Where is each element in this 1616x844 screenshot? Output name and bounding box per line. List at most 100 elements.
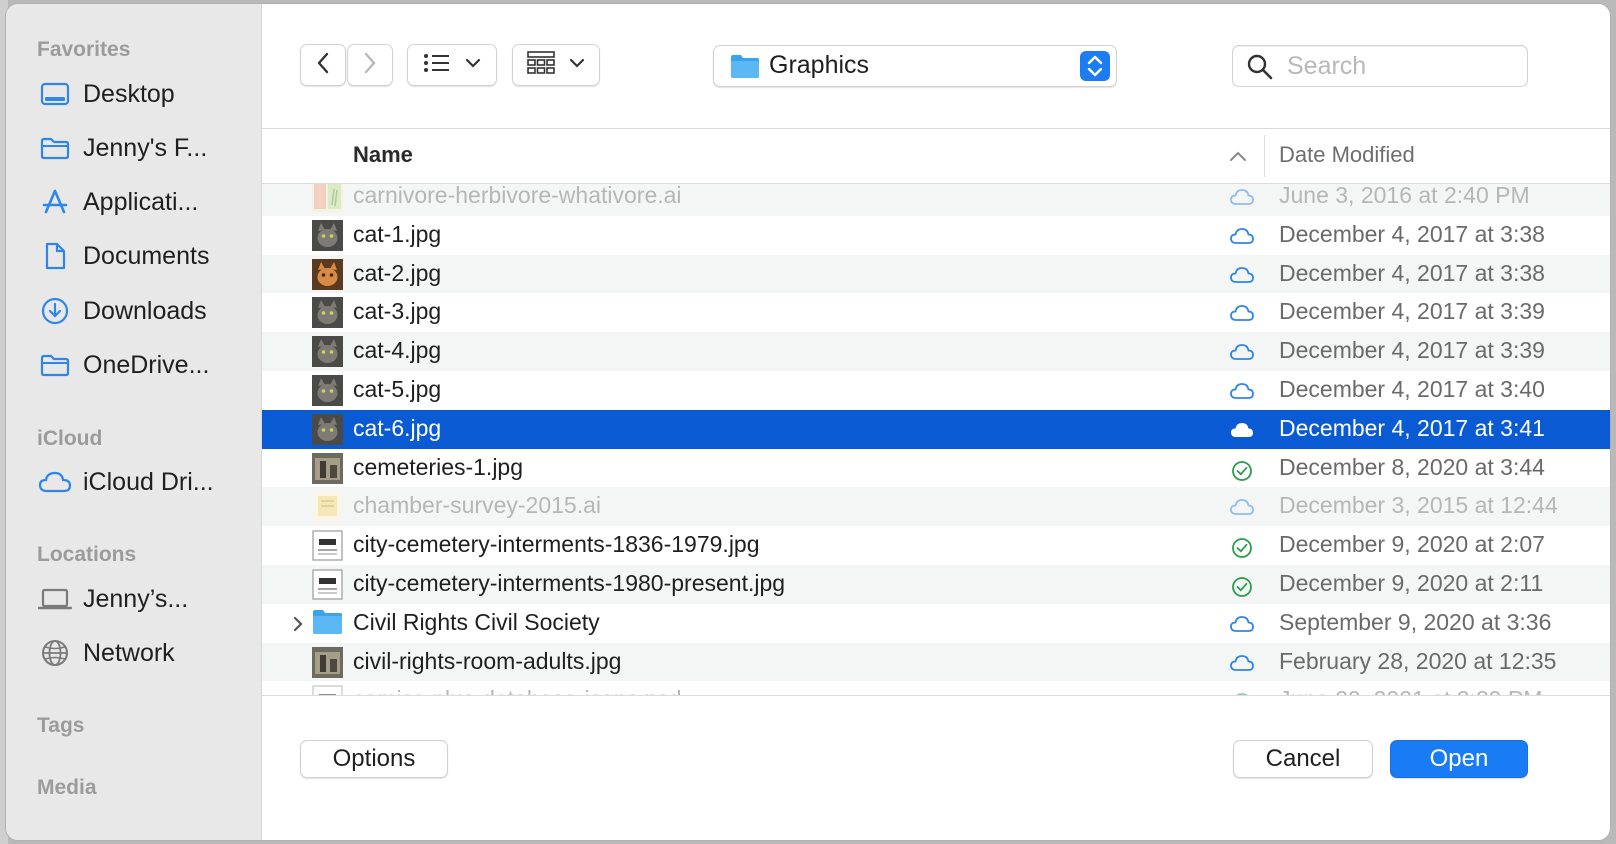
list-view-icon — [423, 53, 451, 78]
file-row[interactable]: cat-6.jpg December 4, 2017 at 3:41 — [262, 409, 1610, 449]
icloud-status-icon — [1230, 497, 1254, 517]
file-row[interactable]: cat-3.jpg December 4, 2017 at 3:39 — [262, 293, 1610, 333]
file-row[interactable]: civil-rights-room-adults.jpg February 28,… — [262, 642, 1610, 682]
sidebar-item-documents[interactable]: Documents — [37, 236, 209, 276]
icloud-status-icon — [1230, 226, 1254, 246]
date-modified: June 3, 2016 at 2:40 PM — [1279, 184, 1530, 208]
folder-icon — [37, 350, 73, 380]
sidebar-item-icloud-drive[interactable]: iCloud Dri... — [37, 462, 214, 502]
sidebar-item-onedrive[interactable]: OneDrive... — [37, 345, 209, 385]
file-browser: Graphics Name Date Modified carnivore-he… — [262, 4, 1610, 840]
file-row[interactable]: city-cemetery-interments-1980-present.jp… — [262, 565, 1610, 604]
sidebar-item-applications[interactable]: Applicati... — [37, 182, 198, 222]
file-row[interactable]: chamber-survey-2015.ai December 3, 2015 a… — [262, 487, 1610, 527]
sidebar-item-network[interactable]: Network — [37, 633, 175, 673]
file-thumbnail — [312, 452, 343, 484]
location-label: Graphics — [769, 51, 870, 79]
sort-ascending-icon — [1229, 149, 1247, 167]
file-row[interactable]: city-cemetery-interments-1836-1979.jpg De… — [262, 526, 1610, 566]
folder-row[interactable]: Civil Rights Civil Society September 9, 2… — [262, 603, 1610, 643]
file-thumbnail — [312, 258, 343, 290]
location-popup[interactable]: Graphics — [713, 45, 1117, 87]
sidebar-section-icloud: iCloud — [37, 427, 103, 450]
file-thumbnail — [312, 646, 343, 678]
file-row[interactable]: cat-1.jpg December 4, 2017 at 3:38 — [262, 215, 1610, 255]
sidebar-item-label: Jenny's F... — [83, 133, 208, 162]
date-modified: December 4, 2017 at 3:38 — [1279, 220, 1545, 247]
search-icon — [1247, 54, 1273, 85]
sidebar-item-label: iCloud Dri... — [83, 467, 214, 496]
icloud-status-icon — [1230, 303, 1254, 323]
cloud-icon — [37, 467, 73, 497]
disclosure-triangle-icon[interactable] — [291, 614, 305, 634]
applications-icon — [37, 187, 73, 217]
list-view-button[interactable] — [407, 44, 497, 86]
sidebar-item-label: OneDrive... — [83, 350, 210, 379]
group-view-button[interactable] — [512, 44, 600, 86]
file-thumbnail — [312, 375, 343, 406]
date-modified: December 4, 2017 at 3:38 — [1279, 259, 1545, 286]
sidebar-item-home-folder[interactable]: Jenny's F... — [37, 128, 207, 168]
file-thumbnail — [312, 297, 343, 329]
sidebar-item-desktop[interactable]: Desktop — [37, 74, 175, 114]
sidebar: Favorites Desktop Jenny's F... Applicati… — [6, 4, 262, 840]
folder-icon — [730, 53, 760, 84]
sidebar-item-downloads[interactable]: Downloads — [37, 291, 207, 331]
file-name: cemeteries-1.jpg — [353, 453, 524, 480]
toolbar: Graphics — [262, 4, 1610, 129]
download-icon — [37, 296, 73, 326]
cancel-button[interactable]: Cancel — [1233, 740, 1373, 778]
file-row[interactable]: cemeteries-1.jpg December 8, 2020 at 3:44 — [262, 448, 1610, 488]
sidebar-section-locations: Locations — [37, 543, 137, 566]
search-input[interactable] — [1285, 50, 1519, 82]
icloud-status-icon — [1230, 187, 1254, 207]
globe-icon — [37, 638, 73, 668]
date-modified: December 9, 2020 at 2:11 — [1279, 570, 1544, 596]
sidebar-item-label: Documents — [83, 241, 210, 270]
icloud-status-icon — [1230, 653, 1254, 673]
folder-icon — [37, 133, 73, 163]
file-name: cat-5.jpg — [353, 376, 442, 402]
forward-button[interactable] — [347, 44, 393, 86]
open-button[interactable]: Open — [1390, 740, 1528, 778]
grid-view-icon — [527, 50, 555, 80]
sidebar-item-computer[interactable]: Jenny’s... — [37, 579, 188, 619]
column-header-date-modified[interactable]: Date Modified — [1279, 142, 1415, 168]
date-modified: December 3, 2015 at 12:44 — [1279, 492, 1558, 519]
file-name: cat-3.jpg — [353, 298, 442, 325]
file-name: city-cemetery-interments-1836-1979.jpg — [353, 531, 760, 558]
folder-icon — [312, 608, 343, 639]
icloud-status-icon — [1230, 381, 1254, 401]
file-row[interactable]: cat-2.jpg December 4, 2017 at 3:38 — [262, 254, 1610, 294]
file-name: cat-4.jpg — [353, 337, 442, 364]
downloaded-check-icon — [1230, 536, 1254, 559]
document-icon — [37, 241, 73, 271]
dialog-footer: Options Cancel Open — [262, 695, 1610, 840]
file-name: cat-1.jpg — [353, 220, 442, 247]
open-file-dialog: Favorites Desktop Jenny's F... Applicati… — [6, 4, 1610, 840]
file-name: Civil Rights Civil Society — [353, 608, 600, 635]
file-name: city-cemetery-interments-1980-present.jp… — [353, 570, 786, 596]
file-list: carnivore-herbivore-whativore.ai June 3, … — [262, 184, 1610, 699]
sidebar-item-label: Jenny’s... — [83, 584, 189, 613]
file-thumbnail — [312, 491, 343, 522]
back-button[interactable] — [300, 44, 346, 86]
sidebar-item-label: Downloads — [83, 296, 207, 325]
file-thumbnail — [312, 219, 343, 251]
file-row[interactable]: carnivore-herbivore-whativore.ai June 3, … — [262, 184, 1610, 216]
search-field[interactable] — [1232, 45, 1528, 87]
chevron-down-icon — [569, 56, 585, 74]
sidebar-item-label: Network — [83, 638, 175, 667]
date-modified: December 4, 2017 at 3:39 — [1279, 337, 1545, 364]
file-name: carnivore-herbivore-whativore.ai — [353, 184, 682, 208]
column-divider — [1264, 135, 1265, 177]
column-header-name[interactable]: Name — [353, 142, 413, 168]
icloud-status-icon — [1230, 420, 1254, 440]
laptop-icon — [37, 584, 73, 614]
file-row[interactable]: cat-4.jpg December 4, 2017 at 3:39 — [262, 332, 1610, 372]
file-thumbnail — [312, 569, 343, 600]
file-row[interactable]: cat-5.jpg December 4, 2017 at 3:40 — [262, 371, 1610, 410]
date-modified: September 9, 2020 at 3:36 — [1279, 608, 1552, 635]
updown-chevron-icon — [1080, 51, 1110, 81]
options-button[interactable]: Options — [300, 740, 448, 778]
